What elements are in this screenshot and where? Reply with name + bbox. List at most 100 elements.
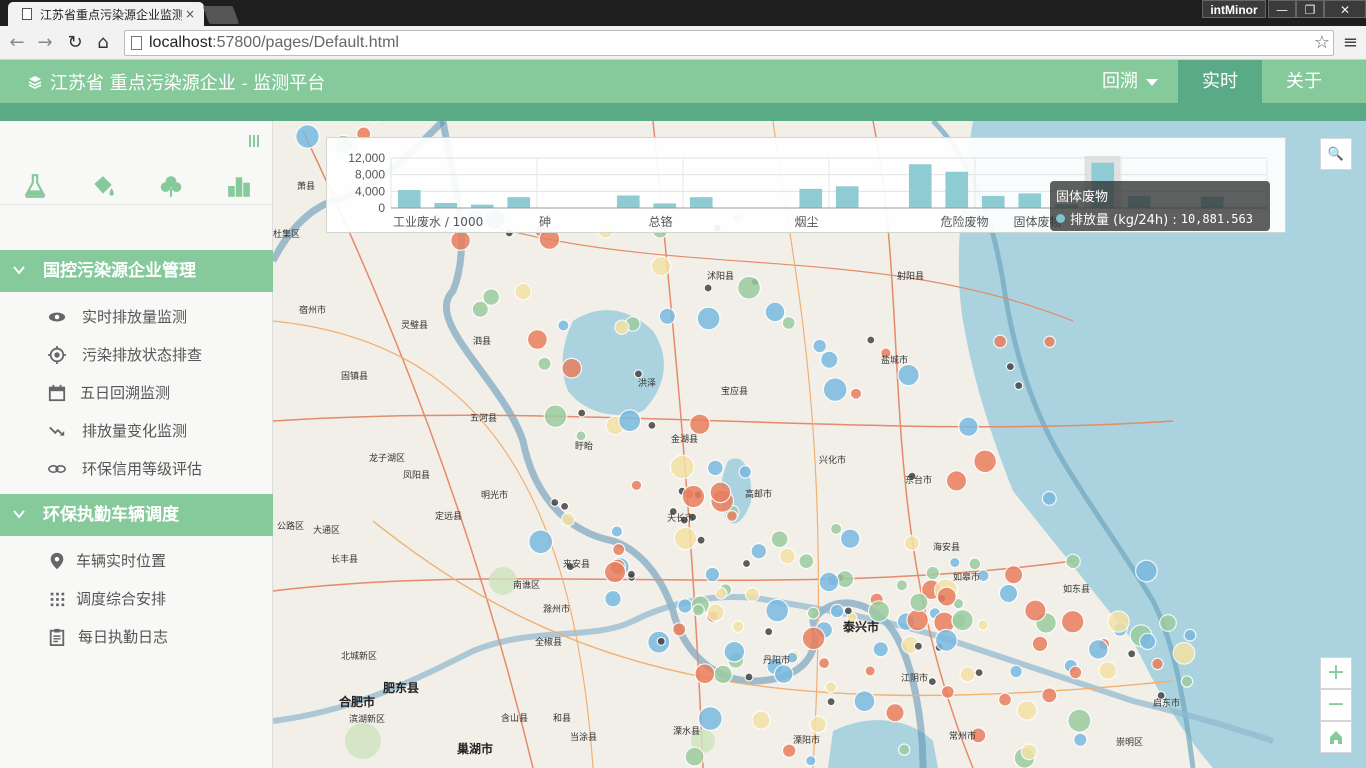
pollution-marker[interactable] [697, 705, 723, 731]
pollution-marker[interactable] [1043, 335, 1056, 349]
pollution-marker[interactable] [561, 357, 583, 379]
pollution-marker[interactable] [925, 565, 941, 581]
pollution-marker[interactable] [738, 465, 753, 479]
home-button[interactable]: ⌂ [92, 32, 114, 54]
pollution-marker[interactable] [714, 586, 728, 600]
pollution-marker[interactable] [903, 535, 920, 552]
chart-bar[interactable] [981, 195, 1005, 208]
section-header-enterprise[interactable]: 国控污染源企业管理 [0, 250, 273, 292]
pollution-marker[interactable] [1151, 657, 1164, 671]
pollution-marker[interactable] [866, 335, 876, 345]
pollution-marker[interactable] [647, 420, 657, 430]
pollution-marker[interactable] [801, 626, 826, 651]
pollution-marker[interactable] [959, 666, 976, 683]
chart-bar[interactable] [1018, 193, 1042, 208]
forward-button[interactable]: → [34, 32, 56, 54]
pollution-marker[interactable] [295, 124, 320, 149]
pollution-marker[interactable] [618, 409, 642, 433]
pollution-marker[interactable] [973, 449, 997, 474]
pollution-marker[interactable] [909, 592, 929, 612]
pollution-marker[interactable] [612, 543, 626, 557]
chart-bar[interactable] [835, 186, 859, 208]
pollution-marker[interactable] [669, 454, 695, 480]
pollution-marker[interactable] [713, 664, 733, 685]
profile-badge[interactable]: intMinor [1202, 0, 1266, 18]
pollution-marker[interactable] [1065, 553, 1081, 570]
pollution-marker[interactable] [691, 603, 705, 617]
pollution-marker[interactable] [1020, 743, 1038, 761]
pollution-marker[interactable] [1016, 700, 1038, 721]
menu-item-vehicle-location[interactable]: 车辆实时位置 [0, 542, 273, 580]
chart-bar[interactable] [616, 195, 640, 209]
menu-item-dispatch[interactable]: 调度综合安排 [0, 580, 273, 618]
browser-menu-icon[interactable]: ≡ [1343, 32, 1358, 53]
chart-bar[interactable] [507, 197, 531, 208]
pollution-marker[interactable] [514, 282, 532, 301]
pollution-marker[interactable] [936, 586, 957, 607]
pollution-marker[interactable] [968, 557, 982, 571]
pollution-marker[interactable] [997, 692, 1012, 707]
reload-button[interactable]: ↻ [64, 32, 86, 54]
pollution-marker[interactable] [812, 338, 827, 354]
pollution-marker[interactable] [1041, 490, 1057, 506]
menu-item-credit-rating[interactable]: 环保信用等级评估 [0, 450, 273, 488]
pollution-marker[interactable] [750, 542, 768, 560]
pollution-marker[interactable] [744, 672, 754, 682]
pollution-marker[interactable] [1098, 661, 1118, 680]
pollution-marker[interactable] [706, 603, 725, 622]
nav-about[interactable]: 关于 [1262, 60, 1346, 103]
collapse-sidebar-icon[interactable] [248, 135, 260, 147]
pollution-marker[interactable] [998, 583, 1019, 604]
pollution-marker[interactable] [818, 571, 840, 593]
pollution-marker[interactable] [672, 622, 687, 637]
chart-bar[interactable] [434, 203, 458, 208]
pollution-marker[interactable] [696, 306, 721, 331]
pollution-marker[interactable] [603, 560, 627, 584]
pollution-marker[interactable] [829, 603, 845, 619]
pollution-marker[interactable] [977, 619, 989, 631]
zoom-out-button[interactable]: − [1320, 689, 1352, 721]
pollution-marker[interactable] [658, 307, 677, 325]
pollution-marker[interactable] [822, 377, 848, 403]
pollution-marker[interactable] [927, 676, 937, 687]
pollution-marker[interactable] [650, 255, 672, 277]
pollution-marker[interactable] [945, 470, 968, 492]
bookmark-star-icon[interactable]: ☆ [1314, 32, 1330, 53]
browser-tab[interactable]: 江苏省重点污染源企业监测 × [8, 2, 204, 26]
map-search-button[interactable]: 🔍 [1320, 138, 1352, 170]
pollution-marker[interactable] [1159, 614, 1177, 632]
pollution-marker[interactable] [781, 316, 796, 331]
pollution-marker[interactable] [696, 535, 706, 545]
pollution-marker[interactable] [560, 501, 570, 511]
chart-bar[interactable] [908, 164, 932, 208]
pollution-marker[interactable] [829, 522, 843, 536]
pollution-marker[interactable] [974, 667, 984, 678]
pollution-marker[interactable] [723, 640, 746, 663]
pollution-marker[interactable] [1014, 381, 1024, 391]
pollution-marker[interactable] [737, 275, 762, 300]
chart-bar[interactable] [799, 188, 823, 208]
pollution-marker[interactable] [1068, 665, 1083, 680]
chart-bar[interactable] [653, 203, 677, 208]
pollution-marker[interactable] [706, 459, 724, 477]
pollution-marker[interactable] [744, 587, 760, 603]
pollution-marker[interactable] [731, 620, 745, 633]
pollution-marker[interactable] [770, 530, 789, 549]
pollution-marker[interactable] [526, 329, 548, 351]
pollution-marker[interactable] [781, 743, 797, 758]
pollution-marker[interactable] [885, 703, 905, 723]
pollution-marker[interactable] [913, 641, 924, 651]
pollution-marker[interactable] [1067, 708, 1092, 733]
pollution-marker[interactable] [1060, 609, 1085, 634]
pollution-marker[interactable] [835, 569, 855, 589]
pollution-marker[interactable] [872, 641, 889, 658]
pollution-marker[interactable] [550, 497, 560, 508]
menu-item-five-day[interactable]: 五日回溯监测 [0, 374, 273, 412]
pollution-marker[interactable] [528, 529, 554, 555]
bar-chart-icon[interactable] [226, 173, 252, 199]
pollution-marker[interactable] [817, 656, 831, 670]
pollution-marker[interactable] [1041, 687, 1058, 704]
pollution-marker[interactable] [681, 484, 706, 509]
home-extent-button[interactable] [1320, 721, 1352, 753]
pollution-marker[interactable] [764, 627, 774, 637]
